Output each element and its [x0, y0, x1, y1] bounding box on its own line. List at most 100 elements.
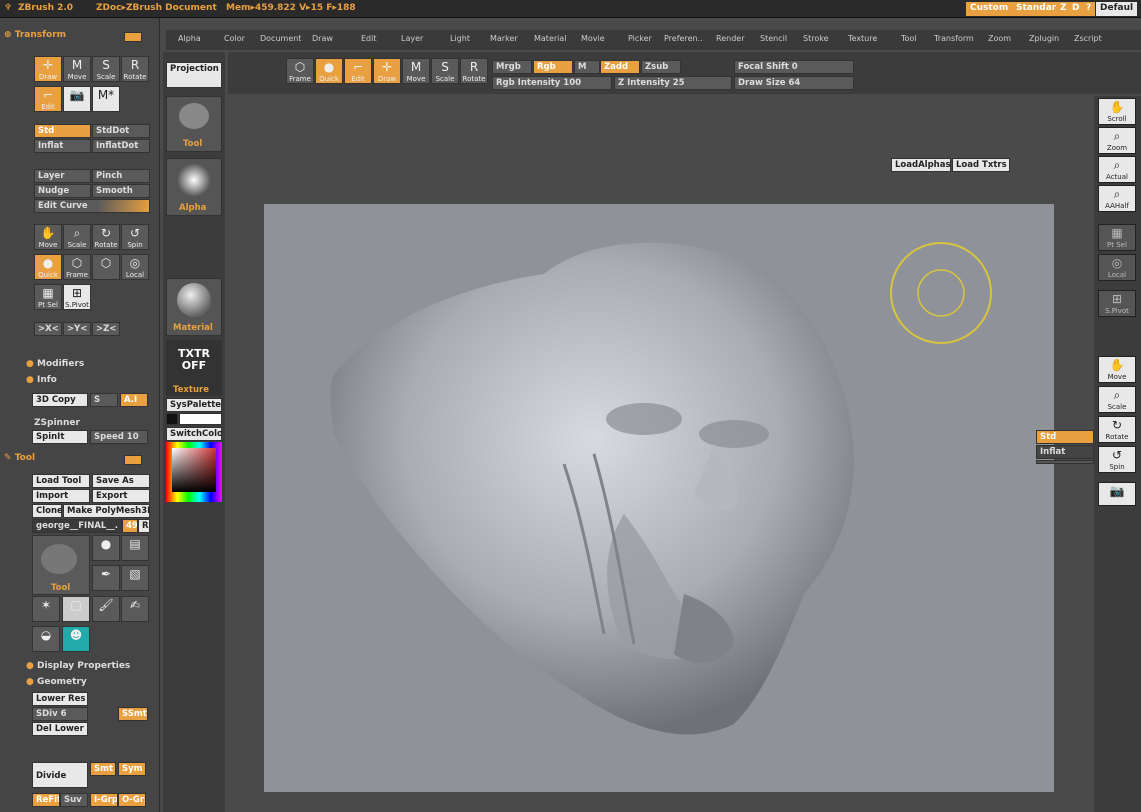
s-button[interactable]: S	[90, 393, 118, 407]
alpha-preview[interactable]: Alpha	[166, 158, 222, 216]
brush-tool-icon[interactable]: 🖌	[92, 596, 120, 622]
secondary-color-swatch[interactable]	[166, 413, 178, 425]
zsub-button[interactable]: Zsub	[641, 60, 681, 74]
menu-item-zoom[interactable]: Zoom	[988, 34, 1011, 43]
menu-item-alpha[interactable]: Alpha	[178, 34, 201, 43]
clone-button[interactable]: Clone	[32, 504, 62, 518]
texture-preview[interactable]: TXTR OFF Texture	[166, 340, 222, 396]
quick-button[interactable]: ● Quick	[34, 254, 62, 280]
right-scale-button[interactable]: ⌕ Scale	[1098, 386, 1136, 413]
smudge-tool-icon[interactable]: ✍	[121, 596, 149, 622]
pinch-button[interactable]: Pinch	[92, 169, 150, 183]
refit-button[interactable]: ReFit	[32, 793, 60, 807]
menu-item-color[interactable]: Color	[224, 34, 245, 43]
palette-toggle[interactable]	[124, 32, 142, 42]
sphere-tool-icon[interactable]: ●	[92, 535, 120, 561]
mstar-button[interactable]: M*	[92, 86, 120, 112]
menu-item-zscript[interactable]: Zscript	[1074, 34, 1102, 43]
draw-size-slider[interactable]: Draw Size 64	[734, 76, 854, 90]
smt-button[interactable]: Smt	[90, 762, 116, 776]
eraser-tool-icon[interactable]: ▧	[121, 565, 149, 591]
plane-tool-icon[interactable]: ▢	[62, 596, 90, 622]
ssmt-button[interactable]: SSmt	[118, 707, 148, 721]
nav-rotate-button[interactable]: ↻ Rotate	[92, 224, 120, 250]
menu-item-picker[interactable]: Picker	[628, 34, 652, 43]
right-rotate-button[interactable]: ↻ Rotate	[1098, 416, 1136, 443]
rgb-button[interactable]: Rgb	[533, 60, 573, 74]
load-tool-button[interactable]: Load Tool	[32, 474, 90, 488]
zoom-button[interactable]: ⌕ Zoom	[1098, 127, 1136, 154]
spinit-button[interactable]: SpinIt	[32, 430, 88, 444]
sdiv-slider[interactable]: SDiv 6	[32, 707, 88, 721]
aahalf-button[interactable]: ⌕ AAHalf	[1098, 185, 1136, 212]
speed-slider[interactable]: Speed 10	[90, 430, 148, 444]
layer-button[interactable]: Layer	[34, 169, 91, 183]
default-button[interactable]: Defaul	[1096, 2, 1138, 16]
std-button[interactable]: Std	[34, 124, 91, 138]
r-button[interactable]: R	[138, 519, 150, 533]
load-alphas-button[interactable]: LoadAlphas	[891, 158, 951, 172]
3d-copy-button[interactable]: 3D Copy	[32, 393, 88, 407]
edit-curve-button[interactable]: Edit Curve	[34, 199, 150, 213]
menu-item-stroke[interactable]: Stroke	[803, 34, 829, 43]
menu-item-zplugin[interactable]: Zplugin	[1029, 34, 1059, 43]
sym-x-button[interactable]: >X<	[34, 322, 62, 336]
load-txtrs-button[interactable]: Load Txtrs	[952, 158, 1010, 172]
doc-title[interactable]: ZDoc▸ZBrush Document	[96, 3, 217, 13]
edit-button[interactable]: ⌐ Edit	[34, 86, 62, 112]
modifiers-header[interactable]: ● Modifiers	[26, 359, 84, 369]
switchcolor-button[interactable]: SwitchColor	[166, 427, 222, 441]
top-rotate-button[interactable]: R Rotate	[460, 58, 488, 84]
z-intensity-slider[interactable]: Z Intensity 25	[614, 76, 732, 90]
right-local-button[interactable]: ◎ Local	[1098, 254, 1136, 281]
menu-item-edit[interactable]: Edit	[361, 34, 377, 43]
sculpt-model[interactable]	[264, 204, 1054, 792]
menu-item-preferen[interactable]: Preferen..	[664, 34, 703, 43]
actual-button[interactable]: ⌕ Actual	[1098, 156, 1136, 183]
popup-inflat-item[interactable]: Inflat	[1036, 445, 1094, 459]
del-lower-button[interactable]: Del Lower	[32, 722, 88, 736]
menu-item-layer[interactable]: Layer	[401, 34, 423, 43]
stddot-button[interactable]: StdDot	[92, 124, 150, 138]
tool-header[interactable]: ✎ Tool	[4, 453, 35, 463]
primary-color-swatch[interactable]	[179, 413, 222, 425]
tool-palette-toggle[interactable]	[124, 455, 142, 465]
mesh-tool-icon[interactable]: ☻	[62, 626, 90, 652]
igrp-button[interactable]: I-Grp	[90, 793, 118, 807]
right-move-button[interactable]: ✋ Move	[1098, 356, 1136, 383]
tool-preview[interactable]: Tool	[166, 96, 222, 152]
divide-button[interactable]: Divide	[32, 762, 88, 788]
menu-item-render[interactable]: Render	[716, 34, 744, 43]
inflatdot-button[interactable]: InflatDot	[92, 139, 150, 153]
zadd-button[interactable]: Zadd	[600, 60, 640, 74]
custom-button[interactable]: Custom	[966, 2, 1013, 16]
nav-scale-button[interactable]: ⌕ Scale	[63, 224, 91, 250]
snapshot-button[interactable]: 📷	[63, 86, 91, 112]
menu-item-marker[interactable]: Marker	[490, 34, 518, 43]
menu-item-material[interactable]: Material	[534, 34, 567, 43]
sym-z-button[interactable]: >Z<	[92, 322, 120, 336]
color-picker-square[interactable]	[172, 448, 216, 492]
menu-item-movie[interactable]: Movie	[581, 34, 605, 43]
geometry-header[interactable]: ● Geometry	[26, 677, 87, 687]
mrgb-button[interactable]: Mrgb	[492, 60, 532, 74]
info-header[interactable]: ● Info	[26, 375, 57, 385]
frame-button[interactable]: ⬡ Frame	[63, 254, 91, 280]
material-preview[interactable]: Material	[166, 278, 222, 336]
syspalette-button[interactable]: SysPalette	[166, 398, 222, 412]
transform-header[interactable]: ⊕ Transform	[4, 30, 66, 40]
ai-button[interactable]: A.I	[120, 393, 148, 407]
display-properties-header[interactable]: ● Display Properties	[26, 661, 130, 671]
smooth-button[interactable]: Smooth	[92, 184, 150, 198]
star-tool-icon[interactable]: ✶	[32, 596, 60, 622]
focal-shift-slider[interactable]: Focal Shift 0	[734, 60, 854, 74]
scale-button[interactable]: S Scale	[92, 56, 120, 82]
color-picker[interactable]	[166, 442, 222, 502]
save-as-button[interactable]: Save As	[92, 474, 150, 488]
help-button[interactable]: ?	[1082, 2, 1096, 16]
menu-item-draw[interactable]: Draw	[312, 34, 333, 43]
menu-item-transform[interactable]: Transform	[934, 34, 974, 43]
menu-item-light[interactable]: Light	[450, 34, 470, 43]
sym-y-button[interactable]: >Y<	[63, 322, 91, 336]
document-canvas[interactable]	[264, 204, 1054, 792]
